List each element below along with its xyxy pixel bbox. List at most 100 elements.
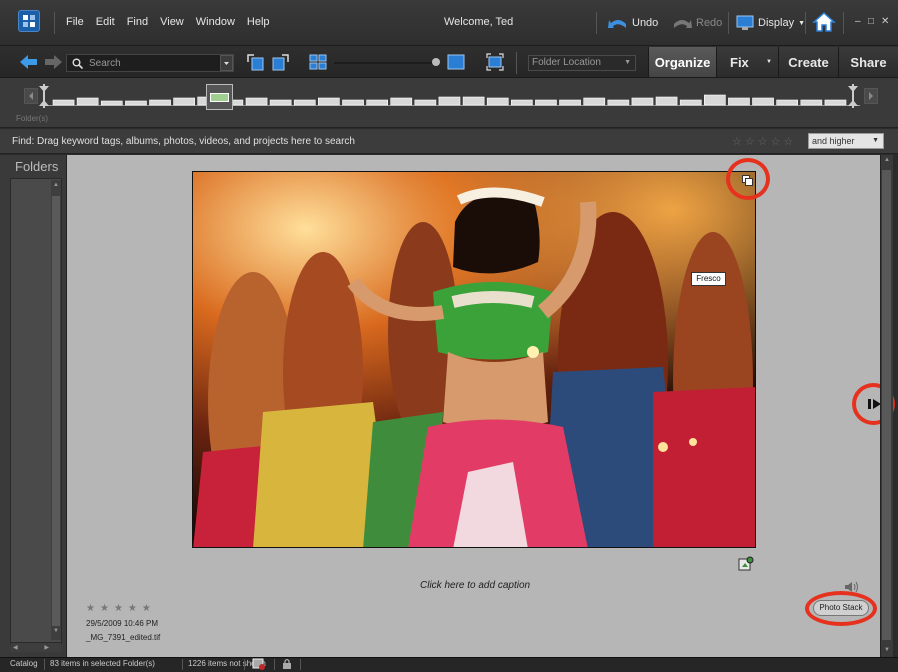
timeline-bar[interactable] [438, 96, 461, 106]
star-icon[interactable]: ★ [128, 603, 137, 614]
timeline-bar[interactable] [655, 96, 678, 106]
timeline-bar[interactable] [583, 97, 606, 106]
tab-create[interactable]: Create [778, 47, 838, 77]
timeline-bar[interactable] [414, 99, 437, 106]
timeline-right-arrow[interactable] [864, 88, 878, 104]
scroll-thumb[interactable] [882, 170, 891, 640]
star-icon[interactable]: ☆ [771, 135, 781, 148]
photo-stack-badge[interactable]: Photo Stack [813, 600, 869, 616]
timeline-bar[interactable] [462, 96, 485, 106]
star-icon[interactable]: ★ [142, 603, 151, 614]
menu-window[interactable]: Window [196, 16, 235, 28]
single-view-icon[interactable] [447, 53, 465, 71]
timeline-bar[interactable] [728, 97, 750, 106]
scroll-up-arrow[interactable]: ▲ [51, 182, 61, 192]
photo-rating-stars[interactable]: ★ ★ ★ ★ ★ [86, 603, 151, 614]
star-icon[interactable]: ★ [114, 603, 123, 614]
timeline-bar[interactable] [76, 97, 99, 106]
search-dropdown-button[interactable] [220, 55, 233, 71]
scroll-left-arrow[interactable]: ◀ [13, 644, 18, 651]
grid-view-icon[interactable] [309, 53, 327, 71]
star-icon[interactable]: ☆ [745, 135, 755, 148]
scroll-down-arrow[interactable]: ▼ [51, 628, 61, 638]
tab-fix[interactable]: Fix ▼ [716, 47, 778, 77]
timeline-bar[interactable] [510, 99, 533, 106]
timeline-bar[interactable] [245, 97, 268, 106]
star-icon[interactable]: ★ [86, 603, 95, 614]
scroll-down-arrow[interactable]: ▼ [882, 647, 892, 653]
timeline-bar[interactable] [366, 99, 389, 106]
timeline-start-handle[interactable] [39, 84, 49, 108]
timeline-bar[interactable] [800, 99, 823, 106]
timeline-bars[interactable] [52, 86, 848, 106]
search-input[interactable]: Search [66, 54, 234, 72]
timeline-bar[interactable] [125, 100, 147, 106]
timeline-bar[interactable] [390, 97, 413, 106]
rating-filter-dropdown[interactable]: and higher ▼ [808, 133, 884, 149]
zoom-slider-track[interactable] [334, 62, 438, 64]
menu-find[interactable]: Find [127, 16, 148, 28]
hidden-items-icon[interactable] [252, 658, 266, 670]
timeline-selection-marker[interactable] [206, 84, 233, 110]
timeline-bar[interactable] [486, 97, 509, 106]
caption-field[interactable]: Click here to add caption [420, 580, 530, 591]
redo-button[interactable]: Redo [672, 14, 722, 32]
undo-button[interactable]: Undo [608, 14, 658, 32]
star-icon[interactable]: ☆ [758, 135, 768, 148]
timeline-bar[interactable] [703, 94, 726, 106]
edit-photo-icon[interactable] [738, 556, 754, 572]
minimize-button[interactable]: – [855, 16, 861, 27]
timeline-bar[interactable] [559, 99, 581, 106]
restore-button[interactable]: □ [868, 16, 874, 27]
rotate-right-icon[interactable] [272, 53, 290, 71]
timeline-bar[interactable] [607, 99, 630, 106]
tab-share[interactable]: Share [838, 47, 898, 77]
menu-edit[interactable]: Edit [96, 16, 115, 28]
star-icon[interactable]: ☆ [732, 135, 742, 148]
timeline-bar[interactable] [631, 97, 654, 106]
star-icon[interactable]: ☆ [784, 135, 794, 148]
forward-arrow-icon[interactable] [44, 54, 62, 70]
menu-file[interactable]: File [66, 16, 84, 28]
timeline-bar[interactable] [535, 99, 557, 106]
folder-location-dropdown[interactable]: Folder Location ▼ [528, 55, 636, 71]
speaker-icon[interactable] [844, 580, 860, 594]
timeline-bar[interactable] [776, 99, 798, 106]
zoom-slider-handle[interactable] [432, 58, 440, 66]
timeline-bar[interactable] [269, 99, 292, 106]
rating-filter-stars[interactable]: ☆ ☆ ☆ ☆ ☆ [732, 135, 793, 148]
close-button[interactable]: ✕ [881, 16, 889, 27]
display-button[interactable]: Display ▼ [736, 14, 805, 32]
timeline-end-handle[interactable] [848, 84, 858, 108]
star-icon[interactable]: ★ [100, 603, 109, 614]
menu-view[interactable]: View [160, 16, 184, 28]
back-arrow-icon[interactable] [20, 54, 38, 70]
timeline-bar[interactable] [100, 100, 123, 106]
face-tag-label[interactable]: Fresco [691, 272, 726, 286]
menu-help[interactable]: Help [247, 16, 270, 28]
folders-horizontal-scrollbar[interactable]: ◀ ▶ [11, 642, 61, 652]
timeline-left-arrow[interactable] [24, 88, 38, 104]
timeline-bar[interactable] [342, 99, 364, 106]
timeline-bar[interactable] [824, 99, 847, 106]
tab-organize[interactable]: Organize [648, 47, 716, 77]
full-screen-icon[interactable] [486, 53, 504, 71]
rotate-left-icon[interactable] [246, 53, 264, 71]
timeline-bar[interactable] [679, 99, 702, 106]
status-catalog[interactable]: Catalog [10, 659, 38, 668]
lock-icon[interactable] [282, 658, 292, 670]
timeline-bar[interactable] [52, 99, 75, 106]
photo-display[interactable] [192, 171, 756, 548]
home-icon[interactable] [812, 11, 836, 33]
timeline-bar[interactable] [752, 97, 774, 106]
timeline-bar[interactable] [173, 97, 195, 106]
timeline-bar[interactable] [317, 97, 340, 106]
scroll-up-arrow[interactable]: ▲ [882, 157, 892, 163]
timeline-bar[interactable] [149, 99, 171, 106]
folders-scrollbar[interactable]: ▲ ▼ [51, 180, 61, 640]
scroll-right-arrow[interactable]: ▶ [44, 644, 49, 651]
tab-fix-label: Fix [730, 54, 749, 70]
app-logo-icon[interactable] [18, 10, 40, 32]
scroll-thumb[interactable] [52, 196, 60, 626]
timeline-bar[interactable] [293, 99, 316, 106]
